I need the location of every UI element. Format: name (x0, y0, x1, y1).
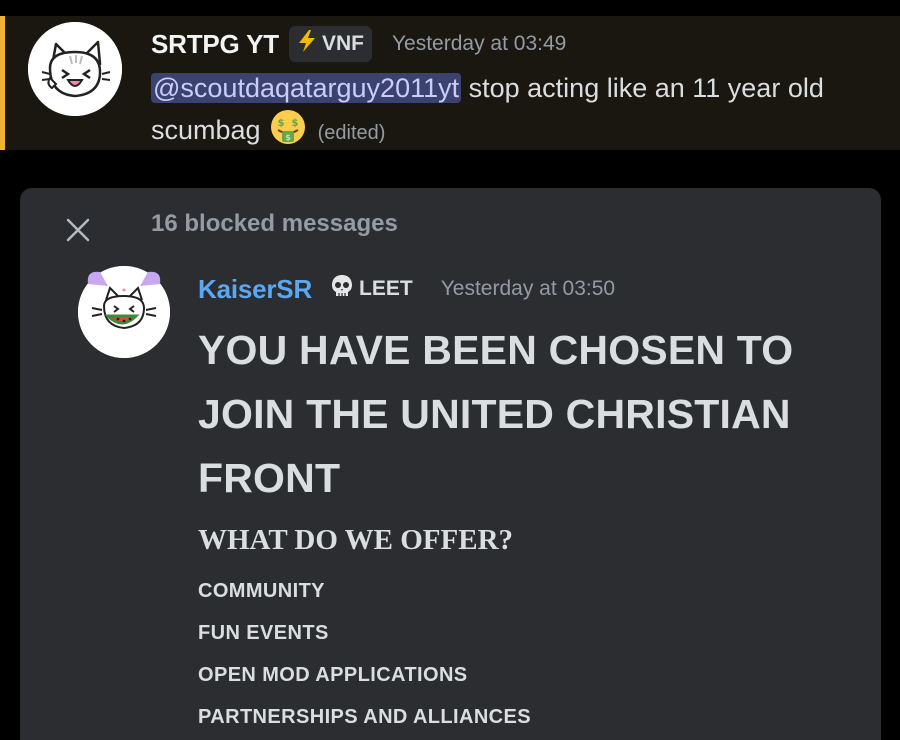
edited-indicator: (edited) (317, 122, 386, 144)
list-item: FUN EVENTS (198, 622, 329, 644)
guild-tag-label: LEET (359, 277, 413, 300)
username[interactable]: KaiserSR (198, 274, 312, 305)
user-mention[interactable]: @scoutdaqatarguy2011yt (151, 73, 462, 103)
avatar[interactable] (28, 22, 122, 116)
svg-text:$: $ (292, 118, 299, 129)
cat-avatar-icon (28, 22, 122, 116)
timestamp[interactable]: Yesterday at 03:49 (392, 32, 566, 56)
blocked-messages-group: 16 blocked messages KaiserSR LEET Yester… (20, 188, 881, 740)
skull-icon (329, 273, 355, 305)
lightning-icon (296, 29, 318, 59)
guild-tag[interactable]: VNF (288, 26, 372, 62)
mention-highlight-bar (0, 16, 5, 150)
money-mouth-face-emoji[interactable]: $ $ $ (270, 109, 306, 157)
message-header: KaiserSR LEET Yesterday at 03:50 (198, 269, 615, 309)
close-icon[interactable] (64, 216, 92, 244)
timestamp[interactable]: Yesterday at 03:50 (441, 277, 615, 301)
message-heading: YOU HAVE BEEN CHOSEN TO JOIN THE UNITED … (198, 327, 794, 501)
blocked-messages-label[interactable]: 16 blocked messages (151, 210, 398, 238)
message-text-part2: scumbag (151, 115, 261, 145)
cat-eating-watermelon-avatar-icon (78, 266, 170, 358)
svg-text:$: $ (278, 118, 285, 129)
guild-tag-label: VNF (321, 32, 364, 55)
list-item: OPEN MOD APPLICATIONS (198, 664, 468, 686)
avatar[interactable] (78, 266, 170, 358)
chat-view: SRTPG YT VNF Yesterday at 03:49 @scoutda… (0, 0, 900, 740)
message-mention-highlighted[interactable]: SRTPG YT VNF Yesterday at 03:49 @scoutda… (0, 16, 900, 150)
message-content: YOU HAVE BEEN CHOSEN TO JOIN THE UNITED … (198, 318, 868, 738)
message-text-part1: stop acting like an 11 year old (461, 73, 824, 103)
list-item: COMMUNITY (198, 580, 325, 602)
guild-tag[interactable]: LEET (322, 269, 421, 309)
message-content: @scoutdaqatarguy2011yt stop acting like … (151, 67, 881, 157)
offer-list: COMMUNITY FUN EVENTS OPEN MOD APPLICATIO… (198, 570, 868, 738)
svg-text:$: $ (285, 133, 291, 142)
message-header: SRTPG YT VNF Yesterday at 03:49 (151, 26, 566, 62)
list-item: PARTNERSHIPS AND ALLIANCES (198, 706, 532, 728)
message-subheading: WHAT DO WE OFFER? (198, 524, 514, 556)
username[interactable]: SRTPG YT (151, 29, 279, 60)
